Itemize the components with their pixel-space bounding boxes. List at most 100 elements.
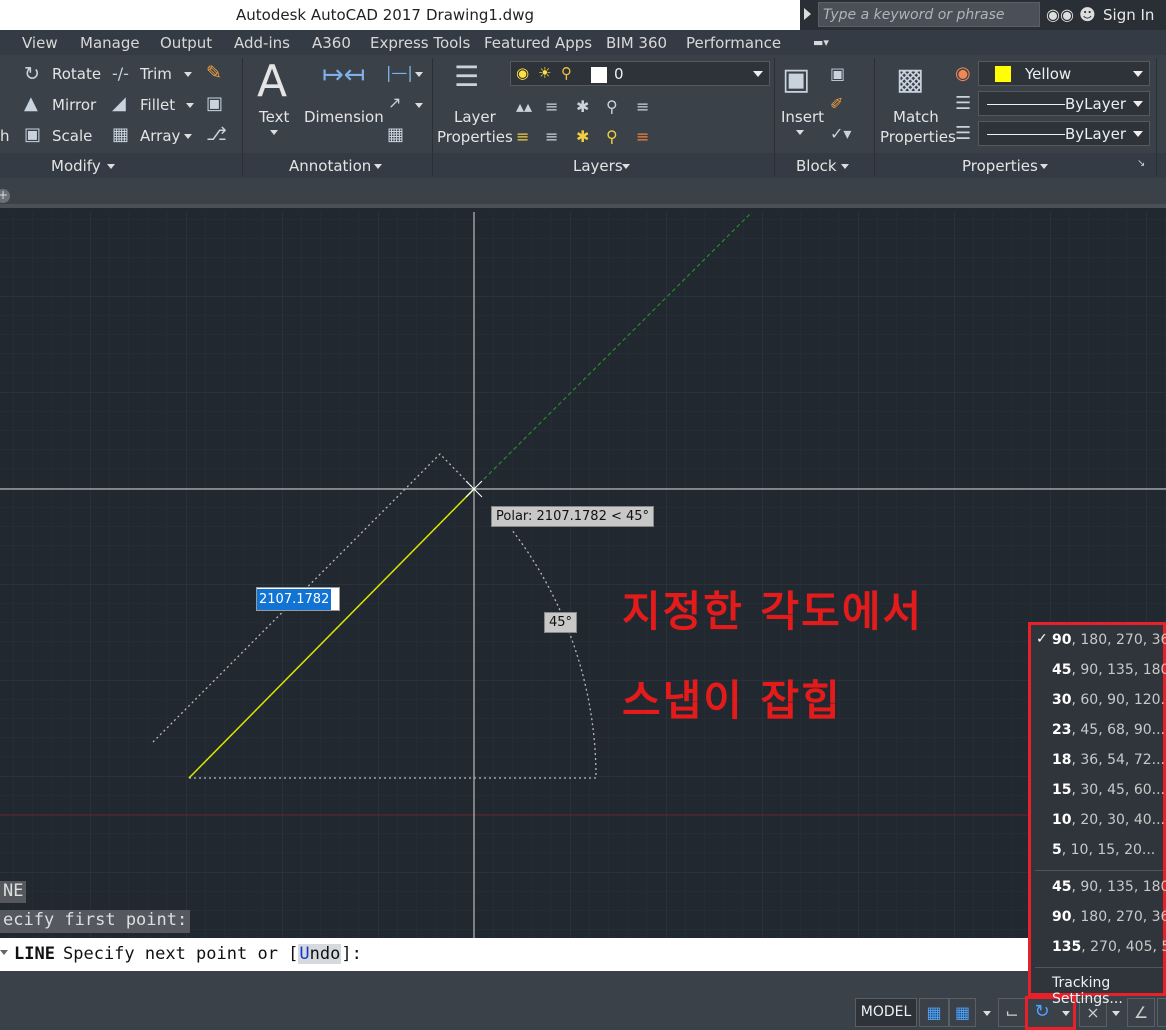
isodraft-dropdown-icon[interactable] <box>1112 1011 1120 1016</box>
modify-partial-label: h <box>0 127 10 145</box>
properties-panel-expand-icon[interactable] <box>1040 164 1048 169</box>
layer-tool-icon[interactable]: ✱ <box>576 127 589 146</box>
ribbon-tabs: View Manage Output Add-ins A360 Express … <box>0 30 1166 55</box>
insert-icon: ▣ <box>782 62 811 97</box>
command-history-toggle-icon[interactable] <box>0 950 8 955</box>
polar-menu-item[interactable]: 30, 60, 90, 120... <box>1031 685 1166 715</box>
user-icon[interactable]: ☻ <box>1079 5 1096 24</box>
linetype-dropdown[interactable]: ByLayer <box>978 91 1150 116</box>
erase-icon[interactable]: ✎ <box>206 62 222 84</box>
model-space-button[interactable]: MODEL <box>855 998 917 1027</box>
color-dropdown[interactable]: Yellow <box>978 61 1150 86</box>
block-panel-title[interactable]: Block <box>796 157 837 175</box>
ortho-toggle-icon[interactable]: ⌙ <box>998 998 1026 1027</box>
tab-performance[interactable]: Performance <box>686 34 781 52</box>
grid-toggle-icon[interactable]: ▦ <box>919 998 949 1027</box>
ribbon-minimize-icon[interactable]: ▬▾ <box>813 36 829 49</box>
create-block-icon[interactable]: ▣ <box>830 64 845 83</box>
rotate-button[interactable]: Rotate <box>52 65 101 83</box>
explode-icon[interactable]: ▣ <box>206 93 223 114</box>
layer-tool-icon[interactable]: ≡ <box>516 127 529 146</box>
layer-tool-icon[interactable]: ≡ <box>545 127 558 146</box>
polar-tooltip: Polar: 2107.1782 < 45° <box>491 506 655 527</box>
layer-tool-icon[interactable]: ≡ <box>545 97 558 116</box>
block-panel-expand-icon[interactable] <box>841 164 849 169</box>
binoculars-icon[interactable]: ◉◉ <box>1046 5 1074 24</box>
annotation-text-line2: 스냅이 잡힙 <box>622 676 842 725</box>
layers-panel-title[interactable]: Layers <box>573 157 623 175</box>
text-button[interactable]: Text <box>259 108 289 126</box>
modify-panel-title[interactable]: Modify <box>51 157 101 175</box>
lineweight-dropdown[interactable]: ByLayer <box>978 121 1150 146</box>
offset-icon[interactable]: ⎇ <box>206 124 227 145</box>
modify-panel-expand-icon[interactable] <box>107 164 115 169</box>
polar-menu-item[interactable]: 15, 30, 45, 60... <box>1031 775 1166 805</box>
leader-icon[interactable]: ↗ <box>388 93 401 112</box>
layer-properties-label-2[interactable]: Properties <box>437 128 513 146</box>
polar-menu-item[interactable]: 23, 45, 68, 90... <box>1031 715 1166 745</box>
tab-output[interactable]: Output <box>160 34 212 52</box>
search-input[interactable] <box>818 2 1040 27</box>
tab-add-ins[interactable]: Add-ins <box>234 34 290 52</box>
text-dropdown-icon[interactable] <box>270 130 278 135</box>
tab-featured-apps[interactable]: Featured Apps <box>484 34 592 52</box>
snap-toggle-icon[interactable]: ▦ <box>949 998 976 1027</box>
layer-tool-icon[interactable]: ⚲ <box>606 97 618 116</box>
layers-panel-expand-icon[interactable] <box>622 164 630 169</box>
polar-menu-item[interactable]: 10, 20, 30, 40... <box>1031 805 1166 835</box>
tab-manage[interactable]: Manage <box>80 34 140 52</box>
layer-tool-icon[interactable]: ≡ <box>636 97 649 116</box>
polar-menu-item[interactable]: 90, 180, 270, 360 <box>1031 902 1166 932</box>
array-button[interactable]: Array <box>140 127 180 145</box>
tab-bim-360[interactable]: BIM 360 <box>606 34 667 52</box>
command-line[interactable]: LINE Specify next point or [Undo]: <box>0 938 1030 971</box>
sign-in-button[interactable]: Sign In <box>1103 6 1154 24</box>
trim-dropdown-icon[interactable] <box>184 72 192 77</box>
annotation-panel-title[interactable]: Annotation <box>289 157 371 175</box>
layer-tool-icon[interactable]: ⚲ <box>606 127 618 146</box>
tab-view[interactable]: View <box>22 34 58 52</box>
drawing-canvas[interactable] <box>0 212 1166 938</box>
fillet-dropdown-icon[interactable] <box>186 103 194 108</box>
fillet-button[interactable]: Fillet <box>140 96 175 114</box>
polar-menu-item[interactable]: ✓90, 180, 270, 360 <box>1031 625 1166 655</box>
scale-button[interactable]: Scale <box>52 127 92 145</box>
distance-input[interactable]: 2107.1782 <box>256 587 340 611</box>
table-icon[interactable]: ▦ <box>387 124 404 145</box>
layer-tool-icon[interactable]: ≡ <box>636 127 649 146</box>
dimension-button[interactable]: Dimension <box>304 108 384 126</box>
annotation-panel-expand-icon[interactable] <box>374 164 382 169</box>
match-properties-label-1[interactable]: Match <box>893 108 939 126</box>
lineweight-dropdown-arrow-icon <box>1133 131 1143 137</box>
tab-a360[interactable]: A360 <box>312 34 351 52</box>
polar-menu-item[interactable]: 135, 270, 405, 540 <box>1031 932 1166 962</box>
tab-express-tools[interactable]: Express Tools <box>370 34 470 52</box>
insert-dropdown-icon[interactable] <box>796 130 804 135</box>
layer-dropdown[interactable]: ◉ ☀ ⚲ 0 <box>510 61 770 86</box>
polar-menu-item[interactable]: 18, 36, 54, 72... <box>1031 745 1166 775</box>
block-attribute-icon[interactable]: ✓▾ <box>830 124 851 143</box>
trim-button[interactable]: Trim <box>140 65 172 83</box>
snap-dropdown-icon[interactable] <box>983 1011 991 1016</box>
layer-properties-label-1[interactable]: Layer <box>454 108 496 126</box>
match-properties-icon: ▩ <box>896 62 925 97</box>
undo-option[interactable]: Undo <box>298 944 342 964</box>
array-dropdown-icon[interactable] <box>184 134 192 139</box>
layer-tool-icon[interactable]: ✱ <box>576 97 589 116</box>
linear-dim-icon[interactable]: |—| <box>386 63 413 82</box>
linear-dim-dropdown-icon[interactable] <box>415 72 423 77</box>
polar-menu-item[interactable]: 45, 90, 135, 180... <box>1031 872 1166 902</box>
polar-menu-item[interactable]: 45, 90, 135, 180... <box>1031 655 1166 685</box>
properties-panel-title[interactable]: Properties <box>962 157 1038 175</box>
edit-block-icon[interactable]: ✐ <box>830 94 843 113</box>
polar-menu-item[interactable]: 5, 10, 15, 20... <box>1031 835 1166 865</box>
polar-angles: , 36, 54, 72... <box>1071 752 1165 768</box>
layer-tool-icon[interactable]: ▴▴ <box>516 97 532 116</box>
search-expand-icon[interactable] <box>804 8 811 20</box>
leader-dropdown-icon[interactable] <box>415 103 423 108</box>
tracking-settings-item[interactable]: Tracking Settings... <box>1052 975 1163 1007</box>
mirror-button[interactable]: Mirror <box>52 96 96 114</box>
match-properties-label-2[interactable]: Properties <box>880 128 956 146</box>
insert-button[interactable]: Insert <box>781 108 824 126</box>
dialog-launcher-icon[interactable]: ↘ <box>1137 158 1145 169</box>
